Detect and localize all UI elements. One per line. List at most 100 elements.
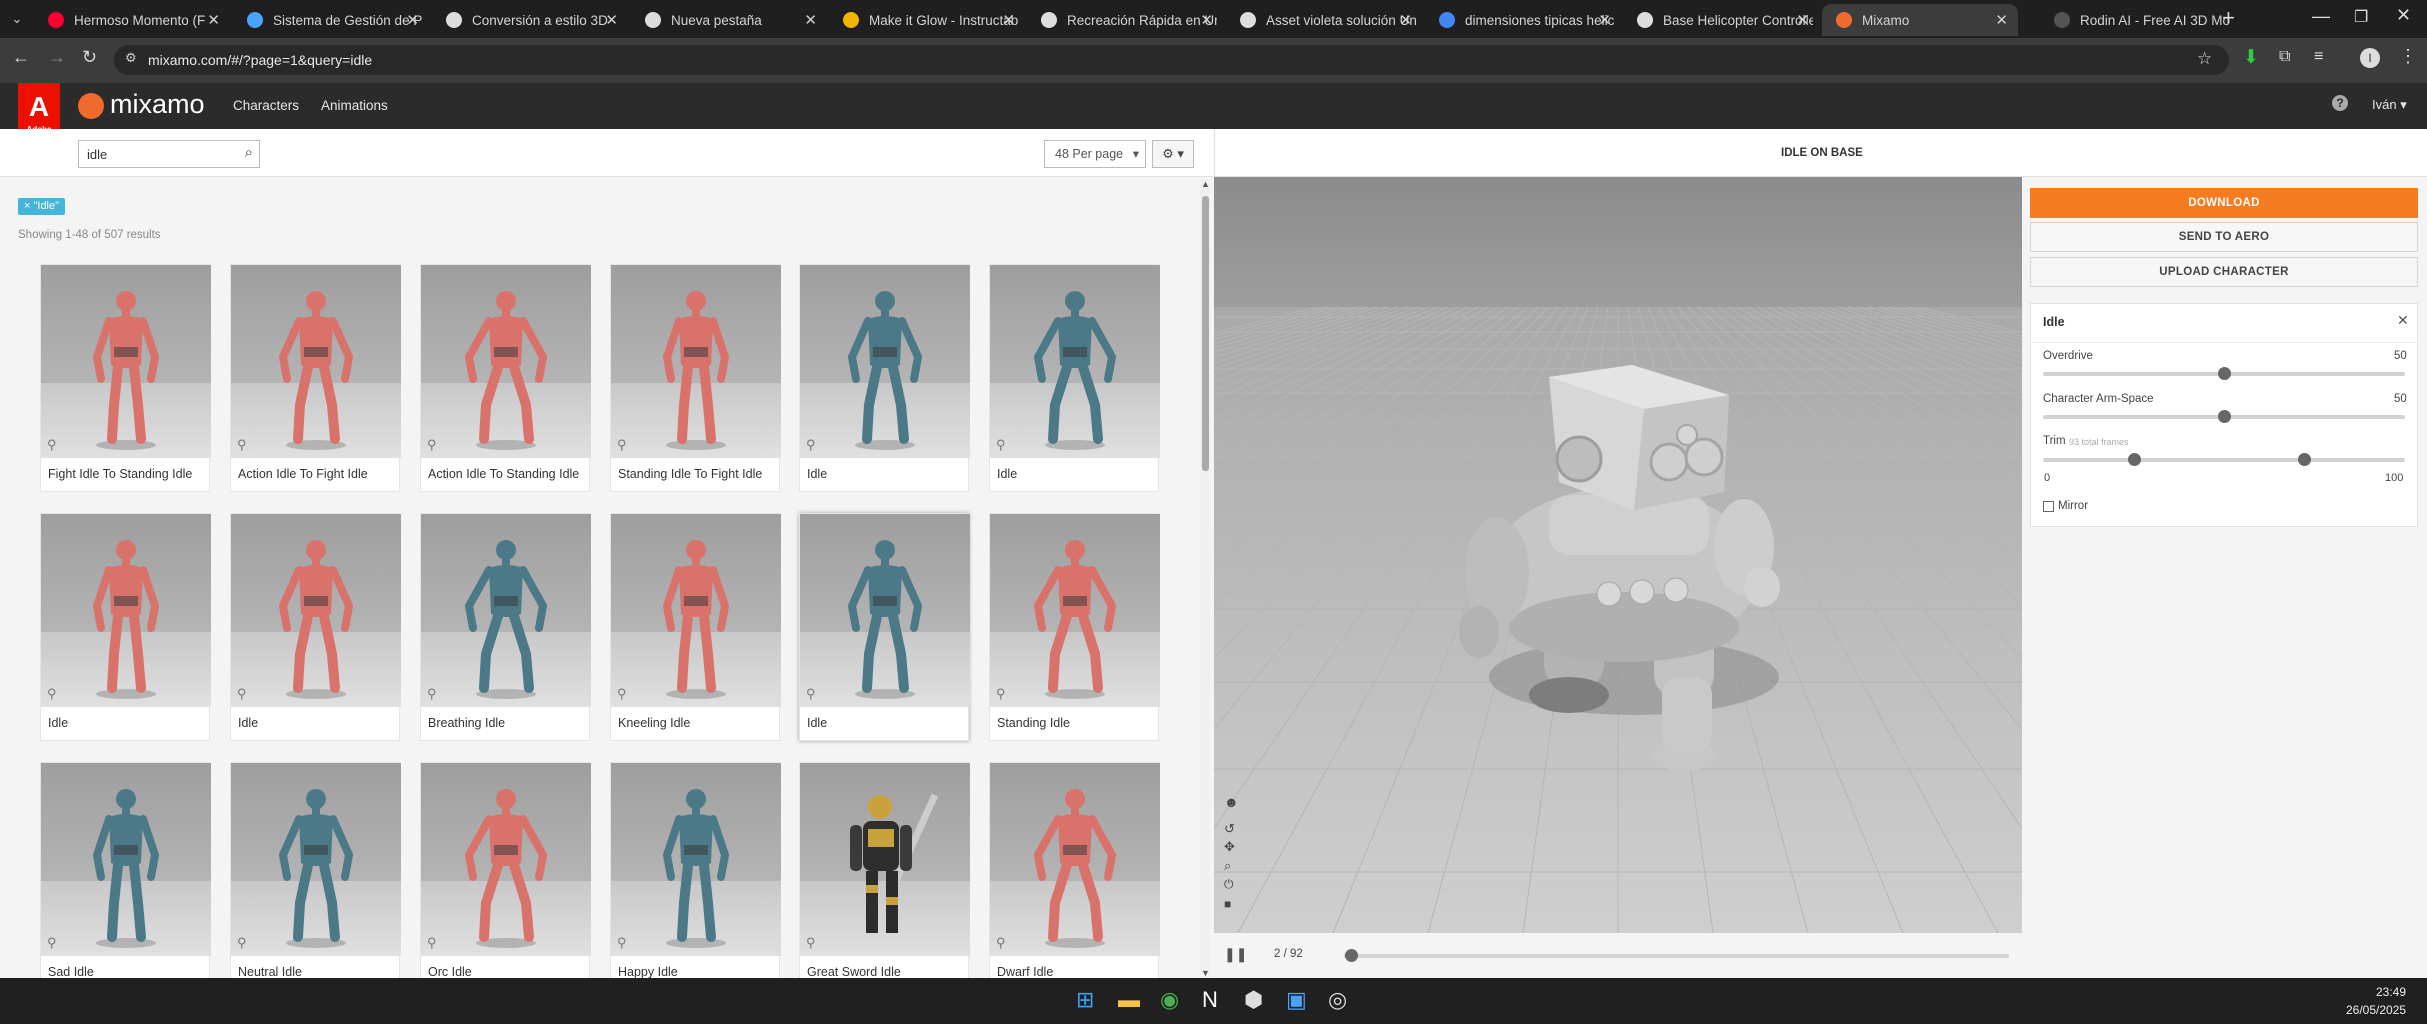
card-preview[interactable]: ⚲ (41, 514, 211, 707)
chrome-dev-icon[interactable]: ◎ (1328, 987, 1347, 1013)
send-to-aero-button[interactable]: SEND TO AERO (2030, 222, 2418, 252)
pause-button[interactable]: ❚❚ (1224, 946, 1247, 963)
card-preview[interactable]: ⚲ (800, 763, 970, 956)
close-window-button[interactable]: ✕ (2396, 5, 2411, 26)
card-preview[interactable]: ⚲ (611, 763, 781, 956)
back-icon[interactable]: ← (12, 47, 30, 68)
restore-button[interactable]: ❐ (2354, 7, 2368, 27)
animation-card[interactable]: ⚲ Neutral Idle (230, 762, 401, 990)
bookmark-star-icon[interactable]: ☆ (2197, 49, 2212, 69)
browser-tab[interactable]: Conversión a estilo 3D ✕ (432, 4, 628, 36)
new-tab-button[interactable]: + (2222, 5, 2235, 31)
card-preview[interactable]: ⚲ (41, 763, 211, 956)
card-preview[interactable]: ⚲ (800, 514, 970, 707)
skeleton-toggle-icon[interactable]: ☻ (1224, 794, 1239, 810)
notion-icon[interactable]: N (1202, 987, 1218, 1013)
animation-card[interactable]: ⚲ Idle (989, 264, 1160, 492)
tab-close-icon[interactable]: ✕ (1796, 11, 1809, 29)
browser-tab[interactable]: Base Helicopter Controlle ✕ (1623, 4, 1819, 36)
browser-tab[interactable]: Sistema de Gestión de Pr ✕ (233, 4, 429, 36)
user-menu[interactable]: Iván ▾ (2372, 97, 2407, 113)
animation-card[interactable]: ⚲ Standing Idle To Fight Idle (610, 264, 781, 492)
nav-animations[interactable]: Animations (321, 98, 388, 113)
power-icon[interactable]: ⏻ (1224, 877, 1234, 892)
brand-name[interactable]: mixamo (110, 89, 205, 120)
animation-card[interactable]: ⚲ Standing Idle (989, 513, 1160, 741)
tab-close-icon[interactable]: ✕ (1995, 11, 2008, 29)
help-icon[interactable]: ? (2332, 95, 2348, 111)
nav-characters[interactable]: Characters (233, 98, 299, 113)
card-preview[interactable]: ⚲ (800, 265, 970, 458)
unity-hub-icon[interactable]: ⬢ (1244, 987, 1263, 1013)
animation-card[interactable]: ⚲ Fight Idle To Standing Idle (40, 264, 211, 492)
file-explorer-icon[interactable]: ▬ (1118, 987, 1140, 1013)
windows-start-icon[interactable]: ⊞ (1076, 987, 1094, 1013)
search-icon[interactable]: ⌕ (245, 144, 253, 161)
card-preview[interactable]: ⚲ (231, 763, 401, 956)
browser-tab[interactable]: Make it Glow - Instructabl ✕ (829, 4, 1025, 36)
scroll-down-icon[interactable]: ▼ (1201, 968, 1210, 978)
zoom-icon[interactable]: ⌕ (1224, 858, 1231, 874)
browser-tab[interactable]: dimensiones tipicas helic ✕ (1425, 4, 1621, 36)
tab-close-icon[interactable]: ✕ (804, 11, 817, 29)
card-preview[interactable]: ⚲ (611, 265, 781, 458)
tab-close-icon[interactable]: ✕ (406, 11, 419, 29)
tab-close-icon[interactable]: ✕ (605, 11, 618, 29)
settings-dropdown[interactable]: ⚙ ▾ (1152, 140, 1194, 168)
mirror-checkbox[interactable] (2043, 501, 2054, 512)
browser-tab[interactable]: Mixamo ✕ (1822, 4, 2018, 36)
animation-card[interactable]: ⚲ Idle (230, 513, 401, 741)
card-preview[interactable]: ⚲ (231, 514, 401, 707)
upload-character-button[interactable]: UPLOAD CHARACTER (2030, 257, 2418, 287)
clock-date[interactable]: 26/05/2025 (2346, 1003, 2406, 1017)
search-input[interactable]: idle (87, 147, 107, 162)
armspace-knob[interactable] (2218, 410, 2231, 423)
overdrive-slider[interactable] (2043, 367, 2405, 380)
card-preview[interactable]: ⚲ (611, 514, 781, 707)
chrome-icon[interactable]: ◉ (1160, 987, 1179, 1013)
media-controls-icon[interactable]: ≡ (2314, 48, 2323, 66)
reset-camera-icon[interactable]: ↺ (1224, 821, 1235, 837)
animation-card[interactable]: ⚲ Kneeling Idle (610, 513, 781, 741)
scrollbar-thumb[interactable] (1202, 196, 1209, 471)
card-preview[interactable]: ⚲ (421, 514, 591, 707)
browser-tab[interactable]: Hermoso Momento (F ✕ (34, 4, 230, 36)
url-bar[interactable]: ⚙ mixamo.com/#/?page=1&query=idle ☆ (114, 45, 2229, 75)
animation-card[interactable]: ⚲ Dwarf Idle (989, 762, 1160, 990)
card-preview[interactable]: ⚲ (421, 763, 591, 956)
animation-card[interactable]: ⚲ Happy Idle (610, 762, 781, 990)
tab-search-button[interactable]: ⌄ (6, 8, 28, 30)
overdrive-knob[interactable] (2218, 367, 2231, 380)
photos-icon[interactable]: ▣ (1286, 987, 1307, 1013)
close-icon[interactable]: ✕ (2397, 312, 2409, 329)
minimize-button[interactable]: — (2312, 6, 2330, 27)
trim-start-knob[interactable] (2127, 453, 2141, 466)
filter-tag[interactable]: × "Idle" (18, 198, 66, 215)
browser-menu-icon[interactable]: ⋮ (2399, 46, 2417, 67)
tab-close-icon[interactable]: ✕ (207, 11, 220, 29)
animation-card[interactable]: ⚲ Action Idle To Fight Idle (230, 264, 401, 492)
per-page-select[interactable]: 48 Per page ▾ (1044, 140, 1146, 168)
trim-end-knob[interactable] (2297, 453, 2311, 466)
animation-card[interactable]: ⚲ Orc Idle (420, 762, 591, 990)
animation-card[interactable]: ⚲ Action Idle To Standing Idle (420, 264, 591, 492)
armspace-slider[interactable] (2043, 410, 2405, 423)
animation-card[interactable]: ⚲ Sad Idle (40, 762, 211, 990)
animation-card[interactable]: ⚲ Idle (40, 513, 211, 741)
avatar[interactable]: I (2360, 48, 2380, 68)
card-preview[interactable]: ⚲ (231, 265, 401, 458)
animation-card[interactable]: ⚲ Breathing Idle (420, 513, 591, 741)
site-info-icon[interactable]: ⚙ (125, 50, 137, 66)
camera-icon[interactable]: ■ (1224, 897, 1231, 911)
card-preview[interactable]: ⚲ (990, 265, 1160, 458)
card-preview[interactable]: ⚲ (41, 265, 211, 458)
card-preview[interactable]: ⚲ (990, 763, 1160, 956)
timeline-slider[interactable] (1344, 949, 2009, 962)
download-icon[interactable]: ⬇ (2243, 46, 2259, 69)
tab-close-icon[interactable]: ✕ (1002, 11, 1015, 29)
mixamo-logo-icon[interactable] (78, 93, 104, 119)
card-preview[interactable]: ⚲ (990, 514, 1160, 707)
timeline-knob[interactable] (1345, 949, 1359, 962)
3d-viewport[interactable]: ☻ ↺ ✥ ⌕ ⏻ ■ (1214, 177, 2022, 933)
browser-tab[interactable]: Asset violeta solución Uni ✕ (1226, 4, 1422, 36)
